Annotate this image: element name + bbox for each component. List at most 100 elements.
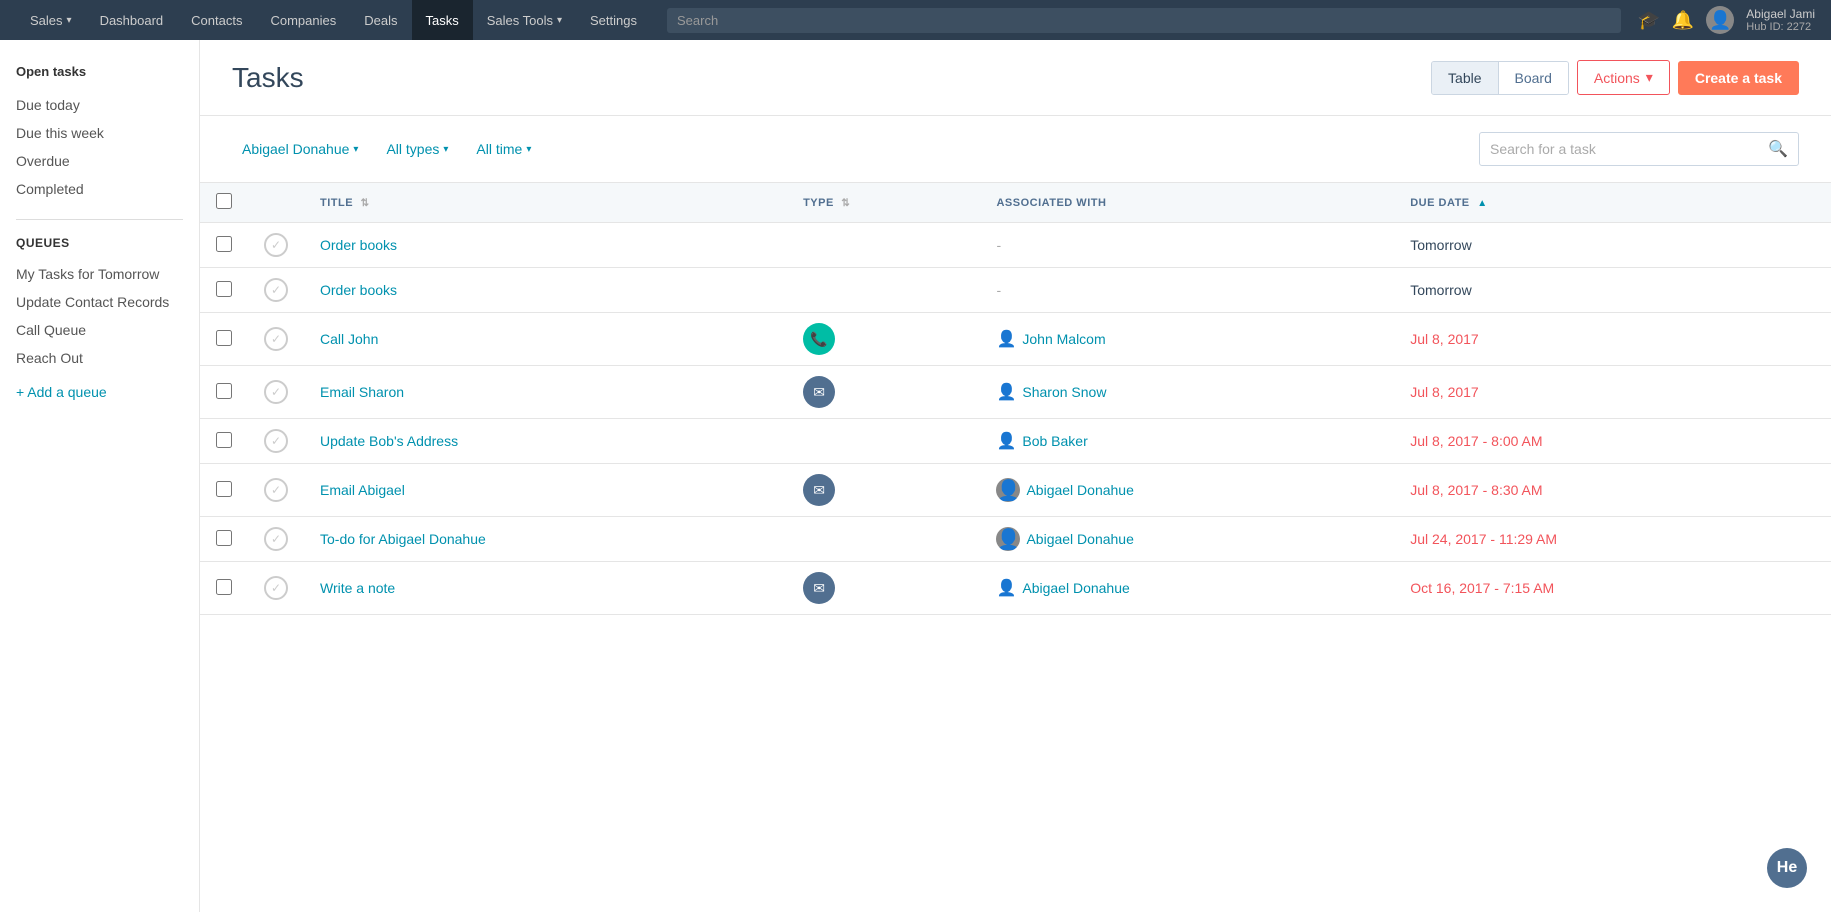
sidebar-item-queue-2[interactable]: Update Contact Records: [16, 288, 183, 316]
task-table: TITLE ⇅ TYPE ⇅ ASSOCIATED WITH DUE DATE …: [200, 182, 1831, 615]
complete-check-cell[interactable]: ✓: [248, 366, 304, 419]
complete-check-cell[interactable]: ✓: [248, 517, 304, 562]
task-title-link[interactable]: Email Abigael: [320, 482, 405, 498]
associated-link[interactable]: 👤Abigael Donahue: [996, 527, 1378, 551]
nav-tasks[interactable]: Tasks: [412, 0, 473, 40]
task-title-link[interactable]: Order books: [320, 237, 397, 253]
task-complete-button[interactable]: ✓: [264, 478, 288, 502]
no-association: -: [996, 237, 1001, 253]
task-due-date-cell: Tomorrow: [1394, 268, 1831, 313]
task-due-date-cell: Tomorrow: [1394, 223, 1831, 268]
task-title-link[interactable]: Order books: [320, 282, 397, 298]
assignee-filter[interactable]: Abigael Donahue ▾: [232, 135, 368, 163]
complete-check-cell[interactable]: ✓: [248, 268, 304, 313]
associated-name[interactable]: Sharon Snow: [1022, 384, 1106, 400]
row-checkbox-cell: [200, 223, 248, 268]
task-complete-button[interactable]: ✓: [264, 527, 288, 551]
due-date-header[interactable]: DUE DATE ▲: [1394, 183, 1831, 223]
complete-check-cell[interactable]: ✓: [248, 562, 304, 615]
associated-name[interactable]: Abigael Donahue: [1026, 531, 1133, 547]
task-due-date: Jul 8, 2017 - 8:30 AM: [1410, 482, 1542, 498]
create-task-button[interactable]: Create a task: [1678, 61, 1799, 95]
associated-name[interactable]: Abigael Donahue: [1022, 580, 1129, 596]
complete-check-cell[interactable]: ✓: [248, 464, 304, 517]
associated-name[interactable]: Bob Baker: [1022, 433, 1087, 449]
row-select-checkbox[interactable]: [216, 579, 232, 595]
task-complete-button[interactable]: ✓: [264, 380, 288, 404]
sidebar-item-due-today[interactable]: Due today: [16, 91, 183, 119]
global-search[interactable]: [667, 8, 1621, 33]
task-search-box[interactable]: 🔍: [1479, 132, 1799, 166]
row-select-checkbox[interactable]: [216, 281, 232, 297]
row-select-checkbox[interactable]: [216, 530, 232, 546]
associated-link[interactable]: 👤Abigael Donahue: [996, 578, 1378, 598]
nav-companies[interactable]: Companies: [256, 0, 350, 40]
associated-link[interactable]: 👤Abigael Donahue: [996, 478, 1378, 502]
task-complete-button[interactable]: ✓: [264, 327, 288, 351]
assignee-caret-icon: ▾: [353, 144, 358, 155]
row-select-checkbox[interactable]: [216, 236, 232, 252]
time-filter[interactable]: All time ▾: [466, 135, 541, 163]
nav-contacts[interactable]: Contacts: [177, 0, 256, 40]
associated-link[interactable]: 👤Sharon Snow: [996, 382, 1378, 402]
table-row: ✓Email Abigael✉👤Abigael DonahueJul 8, 20…: [200, 464, 1831, 517]
task-title-cell: Call John: [304, 313, 787, 366]
row-select-checkbox[interactable]: [216, 383, 232, 399]
search-input[interactable]: [667, 8, 1621, 33]
page-title: Tasks: [232, 62, 304, 94]
associated-link[interactable]: 👤Bob Baker: [996, 431, 1378, 451]
task-complete-button[interactable]: ✓: [264, 278, 288, 302]
filters-bar: Abigael Donahue ▾ All types ▾ All time ▾…: [200, 116, 1831, 182]
row-select-checkbox[interactable]: [216, 432, 232, 448]
associated-name[interactable]: Abigael Donahue: [1026, 482, 1133, 498]
title-header[interactable]: TITLE ⇅: [304, 183, 787, 223]
task-complete-button[interactable]: ✓: [264, 233, 288, 257]
sidebar-item-overdue[interactable]: Overdue: [16, 147, 183, 175]
row-checkbox-cell: [200, 419, 248, 464]
task-complete-button[interactable]: ✓: [264, 429, 288, 453]
table-row: ✓ Order books - Tomorrow: [200, 223, 1831, 268]
sidebar-item-queue-3[interactable]: Call Queue: [16, 316, 183, 344]
sidebar-item-queue-4[interactable]: Reach Out: [16, 344, 183, 372]
search-icon[interactable]: 🔍: [1768, 139, 1788, 159]
select-all-checkbox[interactable]: [216, 193, 232, 209]
select-all-header[interactable]: [200, 183, 248, 223]
board-view-button[interactable]: Board: [1499, 62, 1568, 94]
complete-header: [248, 183, 304, 223]
graduation-icon[interactable]: 🎓: [1637, 10, 1659, 31]
task-title-link[interactable]: Email Sharon: [320, 384, 404, 400]
sidebar-item-completed[interactable]: Completed: [16, 175, 183, 203]
task-complete-button[interactable]: ✓: [264, 576, 288, 600]
complete-check-cell[interactable]: ✓: [248, 313, 304, 366]
add-queue-button[interactable]: + Add a queue: [16, 384, 183, 400]
help-button[interactable]: He: [1767, 848, 1807, 888]
nav-dashboard[interactable]: Dashboard: [86, 0, 178, 40]
task-title-link[interactable]: Call John: [320, 331, 378, 347]
sidebar-item-due-week[interactable]: Due this week: [16, 119, 183, 147]
task-title-link[interactable]: Write a note: [320, 580, 395, 596]
associated-name[interactable]: John Malcom: [1022, 331, 1105, 347]
task-due-date: Jul 8, 2017: [1410, 331, 1479, 347]
type-header[interactable]: TYPE ⇅: [787, 183, 980, 223]
bell-icon[interactable]: 🔔: [1672, 10, 1694, 31]
complete-check-cell[interactable]: ✓: [248, 223, 304, 268]
type-filter[interactable]: All types ▾: [376, 135, 458, 163]
row-select-checkbox[interactable]: [216, 330, 232, 346]
task-search-input[interactable]: [1490, 141, 1768, 157]
task-title-cell: Order books: [304, 223, 787, 268]
task-associated-cell: 👤Bob Baker: [980, 419, 1394, 464]
nav-sales-tools[interactable]: Sales Tools ▾: [473, 0, 576, 40]
avatar[interactable]: 👤: [1706, 6, 1734, 34]
associated-link[interactable]: 👤John Malcom: [996, 329, 1378, 349]
task-title-link[interactable]: Update Bob's Address: [320, 433, 458, 449]
nav-settings[interactable]: Settings: [576, 0, 651, 40]
row-select-checkbox[interactable]: [216, 481, 232, 497]
row-checkbox-cell: [200, 562, 248, 615]
task-title-link[interactable]: To-do for Abigael Donahue: [320, 531, 486, 547]
table-view-button[interactable]: Table: [1432, 62, 1498, 94]
nav-sales[interactable]: Sales ▾: [16, 0, 86, 40]
sidebar-item-queue-1[interactable]: My Tasks for Tomorrow: [16, 260, 183, 288]
complete-check-cell[interactable]: ✓: [248, 419, 304, 464]
nav-deals[interactable]: Deals: [350, 0, 411, 40]
actions-button[interactable]: Actions ▾: [1577, 60, 1670, 95]
